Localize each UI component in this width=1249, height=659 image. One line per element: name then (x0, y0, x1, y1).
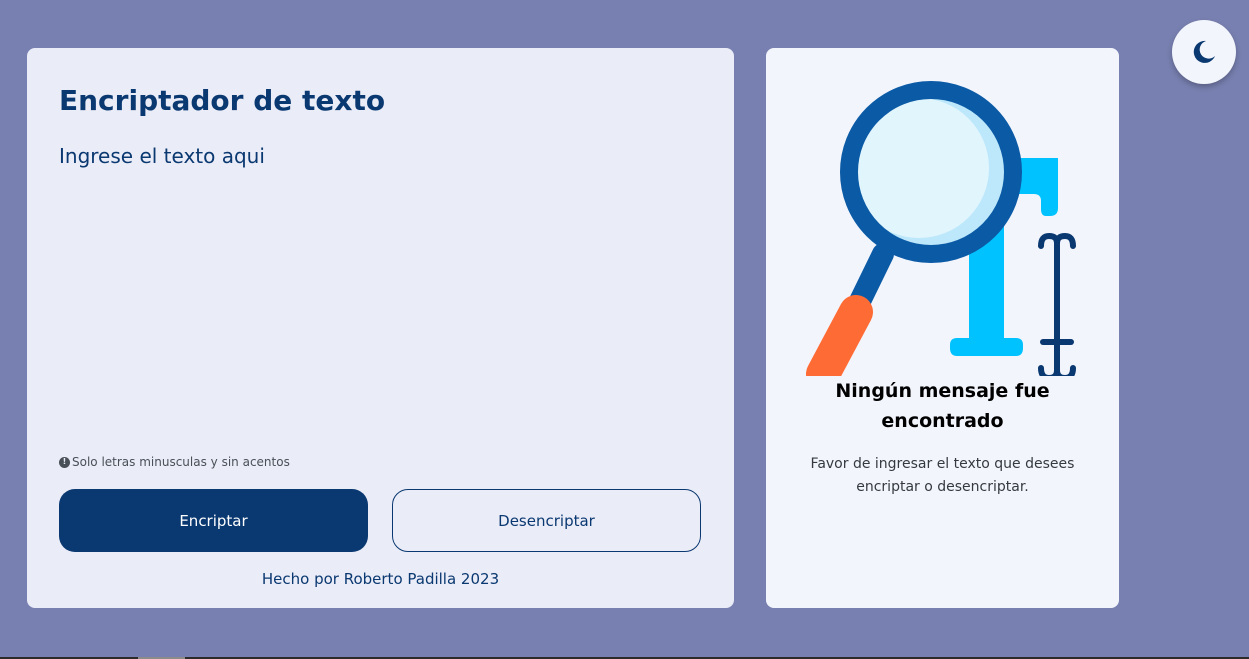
footer-credit: Hecho por Roberto Padilla 2023 (261, 570, 500, 588)
hint: ! Solo letras minusculas y sin acentos (59, 455, 290, 469)
info-icon: ! (59, 456, 70, 468)
encrypter-card: Encriptador de texto ! Solo letras minus… (27, 48, 734, 608)
magnifier-text-icon (806, 81, 1076, 376)
moon-icon (1193, 40, 1215, 63)
result-card: Ningún mensaje fue encontrado Favor de i… (766, 48, 1119, 608)
encrypt-button[interactable]: Encriptar (59, 489, 368, 552)
theme-toggle-button[interactable] (1172, 20, 1236, 84)
no-message-description: Favor de ingresar el texto que desees en… (810, 456, 1075, 495)
text-input[interactable] (59, 144, 699, 434)
page-title: Encriptador de texto (59, 84, 386, 117)
no-message-title: Ningún mensaje fue encontrado (835, 380, 1050, 432)
decrypt-button[interactable]: Desencriptar (392, 489, 701, 552)
hint-text: Solo letras minusculas y sin acentos (72, 455, 290, 469)
